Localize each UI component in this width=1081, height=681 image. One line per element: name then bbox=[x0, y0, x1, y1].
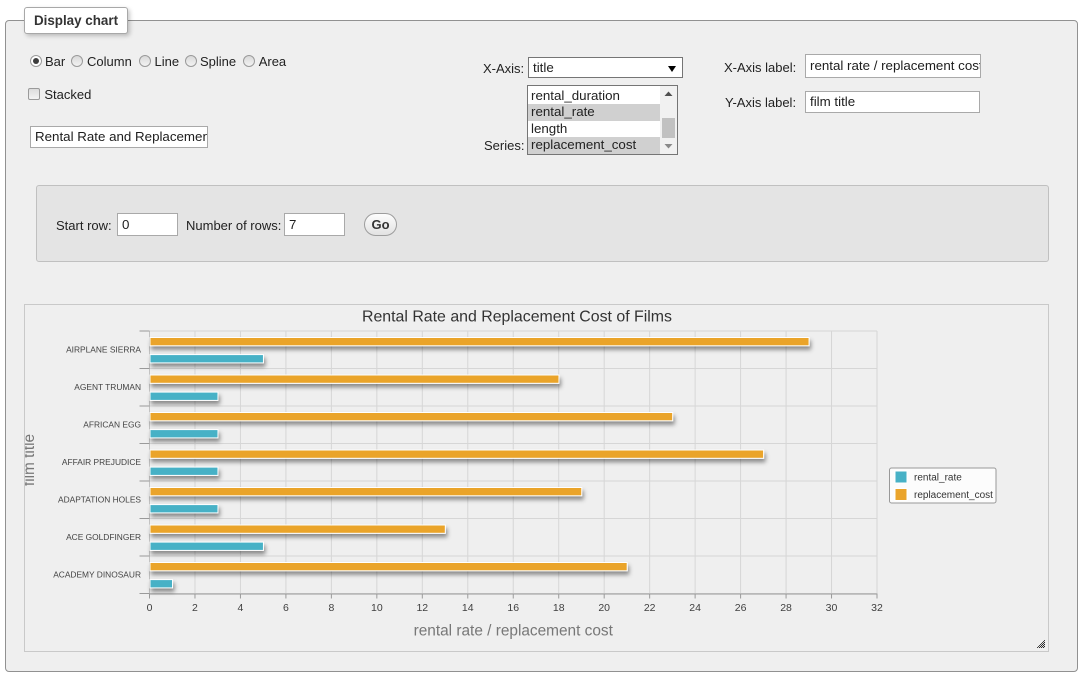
svg-text:18: 18 bbox=[553, 602, 565, 614]
svg-text:2: 2 bbox=[192, 602, 198, 614]
svg-text:rental rate / replacement cost: rental rate / replacement cost bbox=[414, 623, 614, 640]
svg-text:6: 6 bbox=[283, 602, 289, 614]
svg-text:ACE GOLDFINGER: ACE GOLDFINGER bbox=[66, 532, 141, 542]
svg-text:AGENT TRUMAN: AGENT TRUMAN bbox=[74, 382, 141, 392]
svg-text:28: 28 bbox=[780, 602, 792, 614]
svg-text:8: 8 bbox=[328, 602, 334, 614]
svg-text:30: 30 bbox=[826, 602, 838, 614]
svg-text:32: 32 bbox=[871, 602, 883, 614]
svg-text:12: 12 bbox=[416, 602, 428, 614]
svg-text:ACADEMY DINOSAUR: ACADEMY DINOSAUR bbox=[53, 570, 141, 580]
svg-text:AFRICAN EGG: AFRICAN EGG bbox=[83, 420, 141, 430]
svg-text:AFFAIR PREJUDICE: AFFAIR PREJUDICE bbox=[62, 457, 142, 467]
svg-text:10: 10 bbox=[371, 602, 383, 614]
svg-text:24: 24 bbox=[689, 602, 701, 614]
svg-text:4: 4 bbox=[238, 602, 244, 614]
svg-text:rental_rate: rental_rate bbox=[914, 473, 962, 484]
svg-text:Rental Rate and Replacement Co: Rental Rate and Replacement Cost of Film… bbox=[362, 309, 672, 326]
svg-text:replacement_cost: replacement_cost bbox=[914, 490, 993, 501]
svg-text:film title: film title bbox=[25, 434, 38, 486]
svg-text:14: 14 bbox=[462, 602, 474, 614]
svg-text:22: 22 bbox=[644, 602, 656, 614]
svg-text:ADAPTATION HOLES: ADAPTATION HOLES bbox=[58, 495, 141, 505]
svg-text:16: 16 bbox=[507, 602, 519, 614]
svg-text:26: 26 bbox=[735, 602, 747, 614]
svg-text:0: 0 bbox=[147, 602, 153, 614]
svg-text:20: 20 bbox=[598, 602, 610, 614]
svg-text:AIRPLANE SIERRA: AIRPLANE SIERRA bbox=[66, 345, 141, 355]
